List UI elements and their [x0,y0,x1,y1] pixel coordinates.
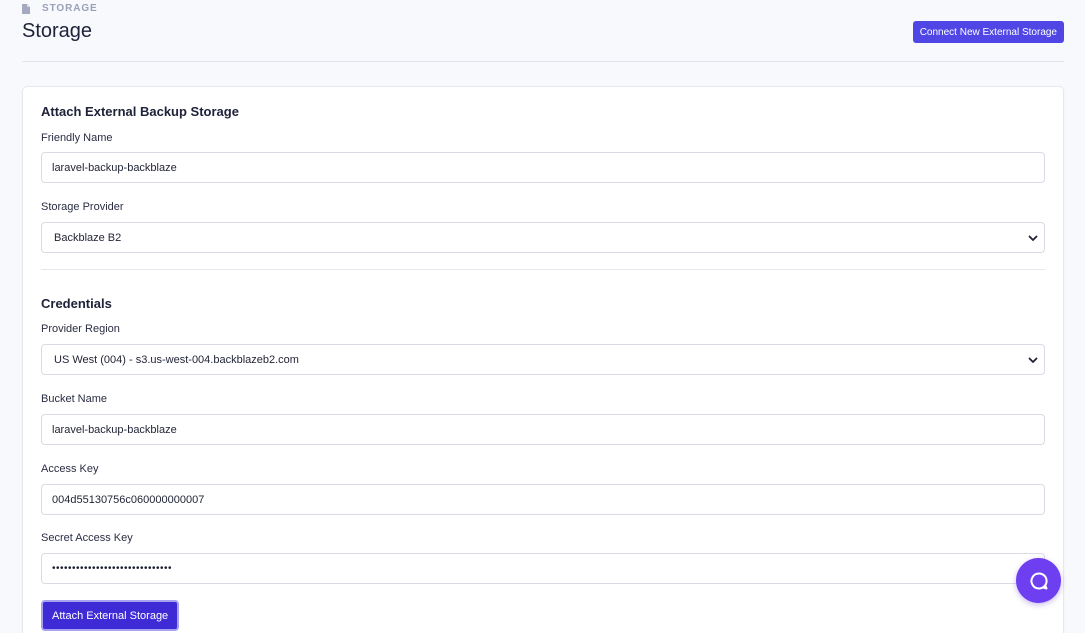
bucket-name-value: laravel-backup-backblaze [52,423,177,436]
attach-storage-card: Attach External Backup Storage Friendly … [22,86,1064,633]
secret-access-key-value: •••••••••••••••••••••••••••••• [52,563,173,574]
friendly-name-value: laravel-backup-backblaze [52,161,177,174]
access-key-input[interactable]: 004d55130756c060000000007 [41,484,1045,515]
storage-provider-label: Storage Provider [41,201,124,213]
access-key-label: Access Key [41,463,99,475]
secret-access-key-label: Secret Access Key [41,532,133,544]
section-divider [41,269,1045,270]
access-key-value: 004d55130756c060000000007 [52,493,205,506]
friendly-name-input[interactable]: laravel-backup-backblaze [41,152,1045,183]
storage-provider-select[interactable]: Backblaze B2 [41,222,1045,253]
breadcrumb: STORAGE [22,3,98,14]
attach-external-storage-button[interactable]: Attach External Storage [41,600,180,631]
chevron-down-icon [1028,235,1038,241]
page-title: Storage [22,20,93,42]
storage-page: STORAGE Storage Connect New External Sto… [0,0,1085,633]
document-icon [22,3,30,14]
section-title-attach: Attach External Backup Storage [41,104,239,119]
breadcrumb-label: STORAGE [42,3,98,14]
help-chat-button[interactable] [1016,558,1061,603]
provider-region-label: Provider Region [41,323,120,335]
chat-bubble-icon [1030,571,1048,589]
provider-region-select[interactable]: US West (004) - s3.us-west-004.backblaze… [41,344,1045,375]
storage-provider-value: Backblaze B2 [54,231,122,244]
bucket-name-input[interactable]: laravel-backup-backblaze [41,414,1045,445]
provider-region-value: US West (004) - s3.us-west-004.backblaze… [54,353,299,366]
chevron-down-icon [1028,357,1038,363]
connect-new-external-storage-button[interactable]: Connect New External Storage [912,21,1064,43]
header-divider [22,61,1064,62]
friendly-name-label: Friendly Name [41,132,113,144]
secret-access-key-input[interactable]: •••••••••••••••••••••••••••••• [41,553,1045,584]
bucket-name-label: Bucket Name [41,393,108,405]
section-title-credentials: Credentials [41,296,112,311]
